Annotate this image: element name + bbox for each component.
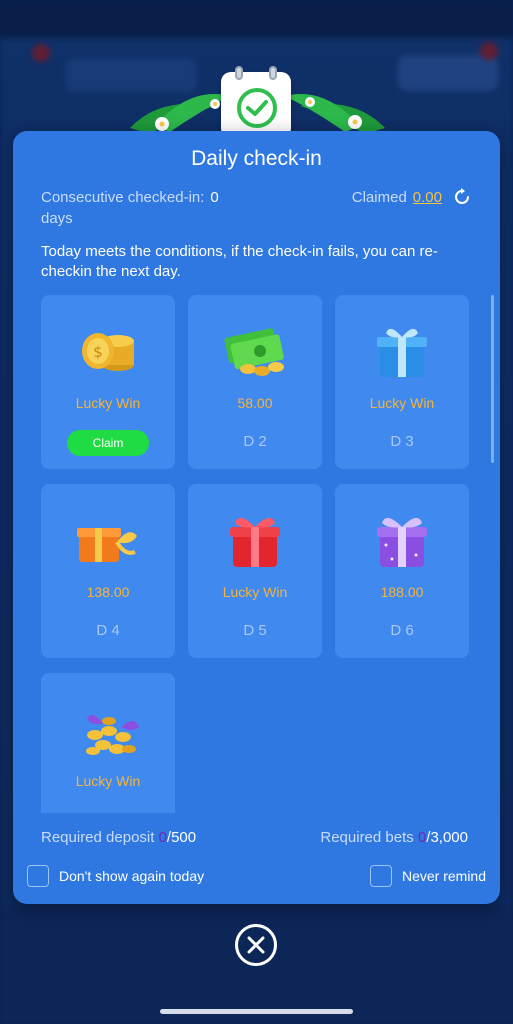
orange-gift-box-icon (73, 508, 143, 572)
day-reward: 138.00 (86, 584, 130, 600)
checkin-day-card-4[interactable]: 138.00 D 4 (41, 484, 175, 658)
checkin-day-card-3[interactable]: Lucky Win D 3 (335, 295, 469, 469)
checkmark-icon (237, 88, 277, 128)
required-deposit-target: /500 (166, 829, 197, 846)
daily-checkin-dialog: Daily check-in Consecutive checked-in: 0 … (13, 131, 500, 904)
refresh-icon[interactable] (452, 187, 472, 207)
red-gift-box-icon (220, 508, 290, 572)
day-reward: 188.00 (380, 584, 424, 600)
gold-coins-icon: $ (73, 319, 143, 383)
day-label: D 2 (243, 433, 267, 450)
claimed-label: Claimed (351, 188, 407, 206)
consecutive-unit: days (41, 210, 73, 227)
day-reward: Lucky Win (75, 395, 141, 411)
treasure-coins-icon (73, 697, 143, 761)
day-reward: Lucky Win (75, 773, 141, 789)
checkin-day-card-1[interactable]: $ Lucky Win Claim (41, 295, 175, 469)
purple-gift-box-icon (367, 508, 437, 572)
never-remind-checkbox[interactable]: Never remind (369, 865, 486, 887)
day-label: D 3 (390, 433, 414, 450)
never-remind-label: Never remind (401, 868, 486, 884)
day-reward: Lucky Win (369, 395, 435, 411)
close-button[interactable] (235, 924, 277, 966)
claimed-amount: 0.00 (412, 188, 442, 206)
checkin-days-grid[interactable]: $ Lucky Win Claim 58.00 D 2 Lucky Win D … (41, 295, 475, 813)
close-icon (247, 936, 265, 954)
required-bets-target: /3,000 (426, 829, 468, 846)
required-bets-label: Required bets (320, 829, 418, 846)
checkin-header-decoration (120, 66, 395, 138)
checkin-day-card-6[interactable]: 188.00 D 6 (335, 484, 469, 658)
day-reward: 58.00 (237, 395, 273, 411)
checkbox-icon[interactable] (27, 865, 49, 887)
required-bets: Required bets 0/3,000 (320, 829, 468, 846)
grid-scrollbar[interactable] (491, 295, 494, 463)
consecutive-count: 0 (210, 189, 219, 206)
blue-gift-box-icon (367, 319, 437, 383)
consecutive-checkin-info: Consecutive checked-in: 0 days (41, 187, 271, 229)
required-deposit-label: Required deposit (41, 829, 159, 846)
svg-text:$: $ (93, 343, 103, 361)
day-label: D 6 (390, 622, 414, 639)
cash-and-coins-icon (220, 319, 290, 383)
dont-show-today-label: Don't show again today (59, 868, 205, 884)
checkin-day-card-5[interactable]: Lucky Win D 5 (188, 484, 322, 658)
dialog-title: Daily check-in (191, 147, 322, 170)
claimed-info: Claimed 0.00 (352, 187, 472, 207)
day-reward: Lucky Win (222, 584, 288, 600)
consecutive-label: Consecutive checked-in: (41, 189, 205, 206)
required-deposit: Required deposit 0/500 (41, 829, 196, 846)
required-deposit-current: 0 (158, 829, 167, 846)
home-indicator[interactable] (160, 1009, 353, 1014)
day-label: D 4 (96, 622, 120, 639)
checkbox-icon[interactable] (369, 865, 392, 887)
checkin-day-card-2[interactable]: 58.00 D 2 (188, 295, 322, 469)
claim-button[interactable]: Claim (67, 430, 149, 456)
checkin-day-card-7[interactable]: Lucky Win (41, 673, 175, 813)
day-label: D 5 (243, 622, 267, 639)
dont-show-today-checkbox[interactable]: Don't show again today (27, 865, 204, 887)
checkin-notice: Today meets the conditions, if the check… (41, 243, 438, 280)
calendar-icon (221, 66, 291, 138)
